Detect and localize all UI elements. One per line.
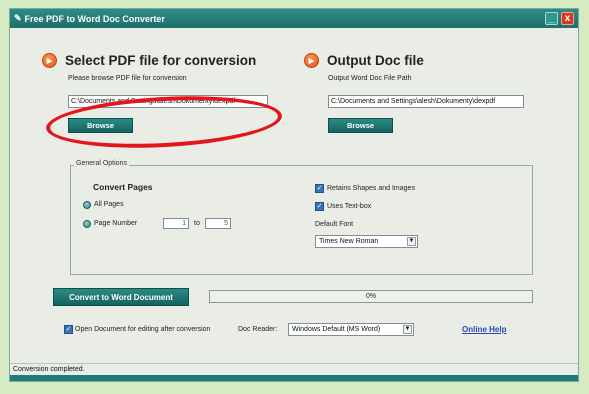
all-pages-label: All Pages bbox=[94, 201, 124, 208]
chevron-down-icon[interactable]: ▼ bbox=[407, 237, 416, 246]
input-heading: ▶ Select PDF file for conversion bbox=[42, 53, 256, 68]
page-to-input[interactable]: 5 bbox=[205, 218, 231, 229]
app-icon: ✎ bbox=[14, 13, 22, 23]
output-path-field[interactable]: C:\Documents and Settings\alesh\Dokument… bbox=[328, 95, 524, 108]
input-subtitle: Please browse PDF file for conversion bbox=[68, 75, 187, 82]
default-font-label: Default Font bbox=[315, 221, 354, 228]
general-options-legend: General Options bbox=[74, 160, 129, 167]
retains-shapes-label: Retains Shapes and Images bbox=[327, 185, 415, 192]
uses-textbox-checkbox[interactable]: ✓ bbox=[315, 202, 324, 211]
open-doc-label: Open Document for editing after conversi… bbox=[75, 326, 211, 333]
close-icon: x bbox=[564, 12, 571, 24]
output-subtitle: Output Word Doc File Path bbox=[328, 75, 412, 82]
doc-reader-label: Doc Reader: bbox=[238, 326, 278, 333]
output-browse-button[interactable]: Browse bbox=[328, 118, 393, 133]
minimize-icon: _ bbox=[548, 12, 555, 24]
status-text: Conversion completed. bbox=[13, 366, 85, 373]
status-bar: Conversion completed. bbox=[10, 363, 578, 375]
output-heading-text: Output Doc file bbox=[327, 53, 424, 68]
all-pages-radio[interactable] bbox=[83, 201, 91, 209]
progress-text: 0% bbox=[365, 293, 377, 300]
doc-reader-value: Windows Default (MS Word) bbox=[292, 326, 381, 333]
app-window: ✎ Free PDF to Word Doc Converter _ x ▶ S… bbox=[9, 8, 579, 382]
title-bar[interactable]: ✎ Free PDF to Word Doc Converter _ x bbox=[10, 9, 578, 28]
arrow-right-icon: ▶ bbox=[304, 53, 319, 68]
to-label: to bbox=[194, 220, 200, 227]
retains-shapes-checkbox[interactable]: ✓ bbox=[315, 184, 324, 193]
doc-reader-select[interactable]: Windows Default (MS Word) ▼ bbox=[288, 323, 414, 336]
bottom-band bbox=[10, 375, 578, 381]
progress-bar: 0% bbox=[209, 290, 533, 303]
arrow-right-icon: ▶ bbox=[42, 53, 57, 68]
window-title: Free PDF to Word Doc Converter bbox=[24, 13, 165, 24]
online-help-link[interactable]: Online Help bbox=[462, 325, 506, 334]
minimize-button[interactable]: _ bbox=[545, 12, 558, 25]
default-font-select[interactable]: Times New Roman ▼ bbox=[315, 235, 418, 248]
convert-pages-label: Convert Pages bbox=[93, 182, 153, 192]
open-doc-checkbox[interactable]: ✓ bbox=[64, 325, 73, 334]
close-button[interactable]: x bbox=[561, 12, 574, 25]
chevron-down-icon[interactable]: ▼ bbox=[403, 325, 412, 334]
output-heading: ▶ Output Doc file bbox=[304, 53, 424, 68]
convert-button[interactable]: Convert to Word Document bbox=[53, 288, 189, 306]
input-heading-text: Select PDF file for conversion bbox=[65, 53, 257, 68]
page-from-input[interactable]: 1 bbox=[163, 218, 189, 229]
page-number-radio[interactable] bbox=[83, 220, 91, 228]
uses-textbox-label: Uses Text-box bbox=[327, 203, 372, 210]
default-font-value: Times New Roman bbox=[319, 238, 379, 245]
page-number-label: Page Number bbox=[94, 220, 138, 227]
